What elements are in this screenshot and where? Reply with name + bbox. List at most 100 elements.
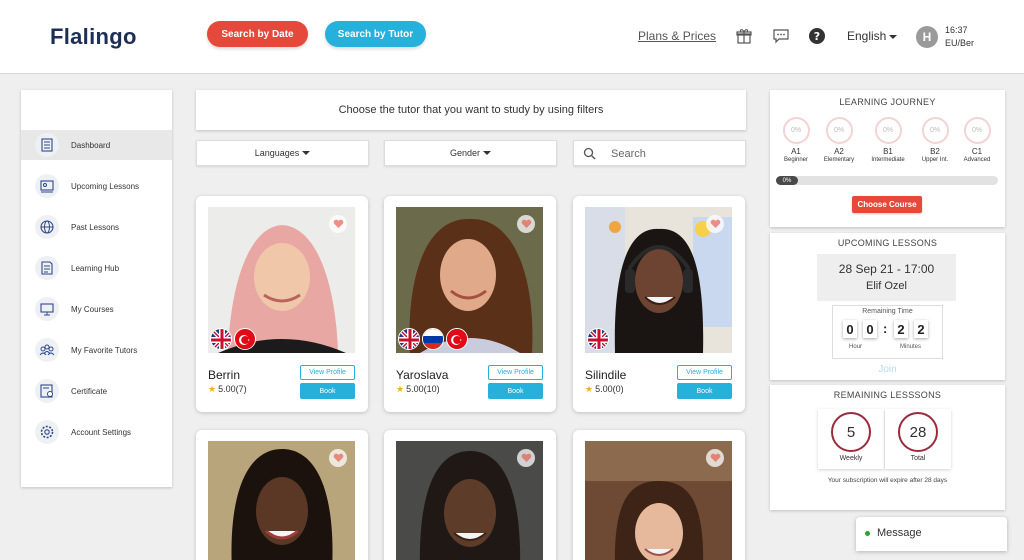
rating-value: 5.00(7) [218,384,247,394]
favorite-heart-icon[interactable] [706,215,724,233]
level-code: A2 [834,147,844,156]
tutor-card[interactable]: Yaroslava ★ 5.00(10) View Profile Book [384,196,556,412]
level-a1[interactable]: 0% A1 Beginner [776,117,816,163]
sidebar-item-upcoming-lessons[interactable]: Upcoming Lessons [21,171,172,201]
sidebar-item-certificate[interactable]: Certificate [21,376,172,406]
view-profile-button[interactable]: View Profile [300,365,355,380]
favorite-heart-icon[interactable] [517,215,535,233]
tutor-rating: ★ 5.00(7) [208,384,247,395]
book-button[interactable]: Book [677,383,732,399]
sidebar-item-label: Upcoming Lessons [71,181,140,191]
sidebar-item-label: Certificate [71,386,108,396]
level-code: C1 [971,147,983,156]
search-by-tutor-button[interactable]: Search by Tutor [325,21,426,47]
tutor-name: Berrin [208,368,241,382]
rating-value: 5.00(0) [595,384,624,394]
view-profile-button[interactable]: View Profile [488,365,543,380]
search-by-date-button[interactable]: Search by Date [207,21,308,47]
language-selector[interactable]: English [847,29,898,43]
gift-icon[interactable] [735,27,753,45]
app-logo[interactable]: Flalingo [50,24,137,50]
level-progress-ring: 0% [874,117,902,144]
star-icon: ★ [208,384,217,394]
message-chat-widget[interactable]: Message [856,517,1007,551]
gender-filter[interactable]: Gender [384,140,557,166]
book-button[interactable]: Book [488,383,543,399]
tutor-language-flags [210,328,256,350]
user-avatar[interactable]: H [916,26,938,48]
tutor-rating: ★ 5.00(10) [396,384,440,395]
sidebar: Dashboard Upcoming Lessons Past Lessons … [21,90,172,487]
remaining-lessons-panel: REMAINING LESSSONS 5 Weekly 28 Total You… [770,385,1005,510]
upcoming-lessons-icon [35,174,59,198]
level-c1[interactable]: 0% C1 Advanced [957,117,997,163]
favorite-heart-icon[interactable] [706,449,724,467]
weekly-label: Weekly [839,455,863,462]
tutor-card[interactable] [573,430,745,560]
tutor-language-flags [587,328,609,350]
favorite-tutors-icon [35,338,59,362]
language-label: English [847,29,887,43]
help-icon[interactable]: ? [808,27,826,45]
tutor-card[interactable]: Silindile ★ 5.00(0) View Profile Book [573,196,745,412]
choose-course-button[interactable]: Choose Course [852,196,922,213]
tutor-photo [208,207,355,353]
chat-icon[interactable] [772,27,790,45]
sidebar-item-label: My Courses [71,304,114,314]
languages-filter[interactable]: Languages [196,140,369,166]
favorite-heart-icon[interactable] [329,449,347,467]
level-name: Upper Int. [921,157,949,163]
level-code: A1 [791,147,801,156]
level-a2[interactable]: 0% A2 Elementary [819,117,859,163]
minutes-label: Minutes [900,344,922,350]
chevron-down-icon [302,151,311,155]
journey-progress-fill: 0% [776,176,798,185]
level-b1[interactable]: 0% B1 Intermediate [868,117,908,163]
turkey-flag-icon [234,328,256,350]
level-name: Intermediate [871,157,905,163]
tutor-search-input[interactable]: Search [573,140,746,166]
filter-instructions-banner: Choose the tutor that you want to study … [196,90,746,130]
uk-flag-icon [398,328,420,350]
favorite-heart-icon[interactable] [329,215,347,233]
sidebar-item-my-courses[interactable]: My Courses [21,294,172,324]
sidebar-item-account-settings[interactable]: Account Settings [21,417,172,447]
sidebar-item-learning-hub[interactable]: Learning Hub [21,253,172,283]
tutor-card[interactable] [384,430,556,560]
tutor-card[interactable]: Berrin ★ 5.00(7) View Profile Book [196,196,368,412]
plans-prices-link[interactable]: Plans & Prices [638,29,716,43]
my-courses-icon [35,297,59,321]
total-count: 28 [898,412,938,452]
sidebar-item-dashboard[interactable]: Dashboard [21,130,172,160]
countdown-digit: 0 [843,320,857,338]
lesson-datetime: 28 Sep 21 - 17:00 [838,262,935,276]
remaining-time-countdown: Remaining Time 0 0 : 2 2 Hour Minutes [832,305,943,359]
sidebar-item-past-lessons[interactable]: Past Lessons [21,212,172,242]
subscription-expiry-note: Your subscription will expire after 28 d… [827,477,948,484]
next-lesson-card[interactable]: 28 Sep 21 - 17:00 Elif Ozel [817,254,956,301]
clock-time: 16:37 [945,25,968,35]
sidebar-item-label: Past Lessons [71,222,120,232]
total-label: Total [910,455,926,462]
book-button[interactable]: Book [300,383,355,399]
level-name: Advanced [963,157,991,163]
search-placeholder: Search [611,148,646,160]
tutor-photo [396,207,543,353]
sidebar-item-label: Learning Hub [71,263,120,273]
tutor-photo [208,441,355,560]
tutor-card[interactable] [196,430,368,560]
view-profile-button[interactable]: View Profile [677,365,732,380]
sidebar-item-my-favorite-tutors[interactable]: My Favorite Tutors [21,335,172,365]
chevron-down-icon [889,34,898,39]
countdown-digit: 2 [914,320,928,338]
russia-flag-icon [422,328,444,350]
join-lesson-button[interactable]: Join [770,364,1005,375]
countdown-digit: 0 [863,320,877,338]
dashboard-icon [35,133,59,157]
level-b2[interactable]: 0% B2 Upper Int. [915,117,955,163]
favorite-heart-icon[interactable] [517,449,535,467]
level-progress-ring: 0% [782,117,810,144]
level-code: B1 [883,147,893,156]
remaining-lessons-title: REMAINING LESSSONS [833,390,942,400]
settings-icon [35,420,59,444]
